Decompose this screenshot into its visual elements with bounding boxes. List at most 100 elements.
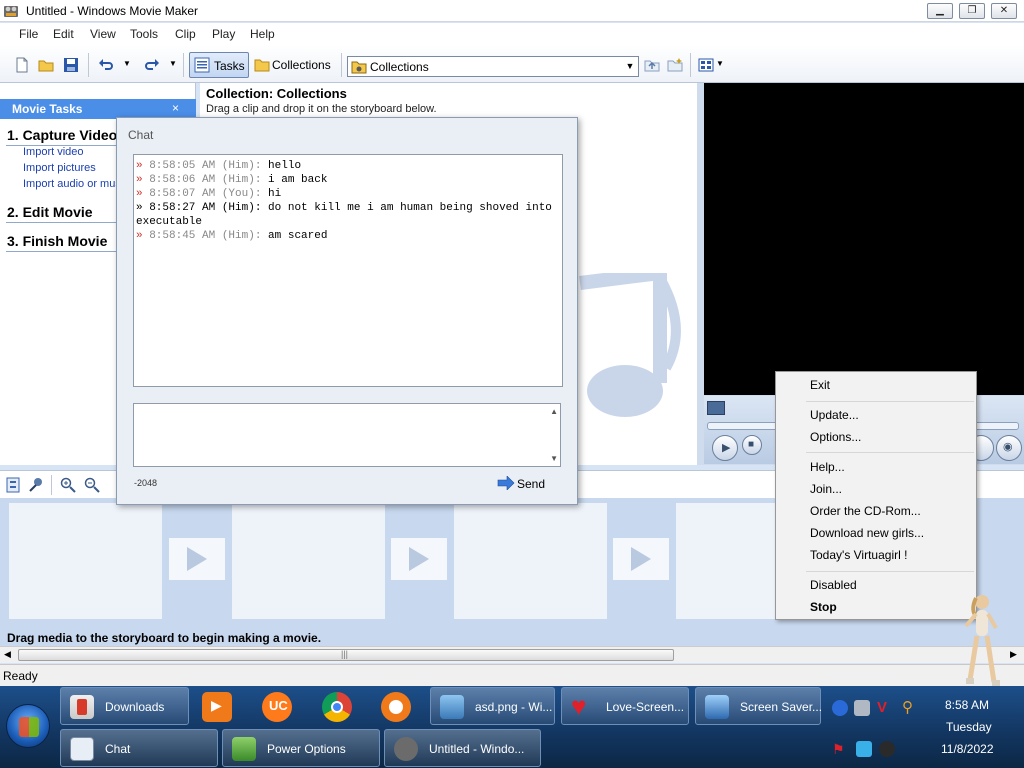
menu-tools[interactable]: Tools bbox=[130, 27, 158, 41]
storyboard-slot[interactable] bbox=[454, 503, 607, 619]
menu-item-disabled[interactable]: Disabled bbox=[810, 578, 857, 592]
send-button[interactable]: Send bbox=[495, 474, 555, 494]
stop-button[interactable]: ■ bbox=[742, 435, 762, 455]
zoom-in-icon[interactable] bbox=[60, 477, 76, 493]
pinned-media-player[interactable]: ▶ bbox=[194, 686, 242, 726]
action-center-flag-icon[interactable]: ⚑ bbox=[832, 741, 848, 757]
chat-icon bbox=[70, 737, 94, 761]
transition-slot-icon[interactable] bbox=[613, 538, 669, 580]
taskbar-button-movie-maker[interactable]: Untitled - Windo... bbox=[384, 729, 541, 767]
clock-day[interactable]: Tuesday bbox=[946, 720, 992, 734]
clock-date[interactable]: 11/8/2022 bbox=[941, 742, 994, 756]
menu-item-options[interactable]: Options... bbox=[810, 430, 861, 444]
link-import-audio[interactable]: Import audio or mus bbox=[23, 178, 121, 190]
tasks-label: Tasks bbox=[214, 59, 245, 73]
chat-title: Chat bbox=[128, 128, 154, 142]
volume-icon[interactable] bbox=[879, 741, 895, 757]
transition-slot-icon[interactable] bbox=[169, 538, 225, 580]
pinned-chrome[interactable] bbox=[314, 686, 362, 726]
tray-virtuagirl-icon[interactable]: V bbox=[877, 700, 893, 716]
link-import-pictures[interactable]: Import pictures bbox=[23, 162, 96, 174]
undo-icon[interactable] bbox=[98, 57, 114, 73]
taskbar-label: Love-Screen... bbox=[606, 700, 685, 714]
pinned-avast[interactable] bbox=[373, 686, 421, 726]
menu-help[interactable]: Help bbox=[250, 27, 275, 41]
taskbar-button-downloads[interactable]: Downloads bbox=[60, 687, 189, 725]
play-button[interactable]: ▶ bbox=[712, 435, 738, 461]
close-pane-icon[interactable]: × bbox=[172, 101, 179, 115]
redo-icon[interactable] bbox=[144, 57, 160, 73]
step-finish-movie[interactable]: 3. Finish Movie bbox=[7, 233, 107, 249]
views-dropdown-icon[interactable]: ▼ bbox=[716, 59, 724, 68]
storyboard-slot[interactable] bbox=[232, 503, 385, 619]
save-icon[interactable] bbox=[63, 57, 79, 73]
tray-search-icon[interactable]: ⚲ bbox=[902, 700, 918, 716]
views-icon[interactable] bbox=[698, 57, 714, 73]
tray-network-icon[interactable] bbox=[832, 700, 848, 716]
show-timeline-icon[interactable] bbox=[5, 477, 21, 493]
pinned-uc-browser[interactable]: UC bbox=[254, 686, 302, 726]
redo-dropdown-icon[interactable]: ▼ bbox=[169, 59, 177, 68]
menu-item-download[interactable]: Download new girls... bbox=[810, 526, 924, 540]
menu-clip[interactable]: Clip bbox=[175, 27, 196, 41]
maximize-button[interactable]: ❐ bbox=[959, 3, 985, 19]
collections-button[interactable]: Collections bbox=[252, 52, 338, 78]
movie-maker-app-icon[interactable] bbox=[3, 3, 19, 19]
desktop-character-figure[interactable] bbox=[960, 592, 1008, 688]
movie-tasks-header: Movie Tasks × bbox=[0, 99, 196, 119]
new-project-icon[interactable] bbox=[14, 57, 30, 73]
chat-window[interactable]: Chat » 8:58:05 AM (Him): hello » 8:58:06… bbox=[116, 117, 578, 505]
toolbar-separator bbox=[341, 53, 342, 77]
scroll-left-icon[interactable]: ◀ bbox=[4, 649, 11, 660]
tray-app-icon[interactable] bbox=[854, 700, 870, 716]
narrate-timeline-icon[interactable] bbox=[28, 477, 44, 493]
restore-icon: ❐ bbox=[967, 5, 977, 16]
menu-item-today[interactable]: Today's Virtuagirl ! bbox=[810, 548, 907, 562]
taskbar-button-power-options[interactable]: Power Options bbox=[222, 729, 380, 767]
link-import-video[interactable]: Import video bbox=[23, 146, 84, 158]
taskbar-button-screen-saver[interactable]: Screen Saver... bbox=[695, 687, 822, 725]
minimize-button[interactable]: ▁ bbox=[927, 3, 953, 19]
grip-icon: ||| bbox=[341, 649, 349, 659]
taskbar-button-love-screen[interactable]: ♥ Love-Screen... bbox=[561, 687, 689, 725]
menu-item-stop[interactable]: Stop bbox=[810, 600, 837, 614]
menu-item-order-cd[interactable]: Order the CD-Rom... bbox=[810, 504, 921, 518]
menu-view[interactable]: View bbox=[90, 27, 116, 41]
display-icon[interactable] bbox=[856, 741, 872, 757]
menu-play[interactable]: Play bbox=[212, 27, 235, 41]
scroll-right-icon[interactable]: ▶ bbox=[1010, 649, 1017, 660]
menu-item-join[interactable]: Join... bbox=[810, 482, 842, 496]
taskbar-button-chat[interactable]: Chat bbox=[60, 729, 218, 767]
scroll-up-icon[interactable]: ▲ bbox=[550, 407, 558, 416]
scroll-down-icon[interactable]: ▼ bbox=[550, 454, 558, 463]
collection-dropdown[interactable]: Collections ▼ bbox=[347, 56, 639, 77]
step-capture-video[interactable]: 1. Capture Video bbox=[7, 127, 117, 143]
start-button[interactable] bbox=[6, 704, 50, 748]
transition-slot-icon[interactable] bbox=[391, 538, 447, 580]
menu-item-exit[interactable]: Exit bbox=[810, 378, 830, 392]
tray-context-menu: Exit Update... Options... Help... Join..… bbox=[775, 371, 977, 620]
tasks-button[interactable]: Tasks bbox=[189, 52, 249, 78]
undo-dropdown-icon[interactable]: ▼ bbox=[123, 59, 131, 68]
taskbar-button-photo-viewer[interactable]: asd.png - Wi... bbox=[430, 687, 555, 725]
close-button[interactable]: ✕ bbox=[991, 3, 1017, 19]
storyboard-slot[interactable] bbox=[9, 503, 162, 619]
up-one-level-icon[interactable] bbox=[644, 57, 660, 73]
chat-message-input[interactable]: ▲ ▼ bbox=[133, 403, 561, 467]
new-collection-folder-icon[interactable] bbox=[667, 57, 683, 73]
tasks-icon bbox=[194, 57, 210, 73]
step-edit-movie[interactable]: 2. Edit Movie bbox=[7, 204, 93, 220]
menu-item-help[interactable]: Help... bbox=[810, 460, 845, 474]
snapshot-button[interactable]: ◉ bbox=[996, 435, 1022, 461]
clock-time[interactable]: 8:58 AM bbox=[945, 698, 989, 712]
taskbar: Downloads ▶ UC asd.png - Wi... ♥ Love-Sc… bbox=[0, 686, 1024, 768]
menu-file[interactable]: File bbox=[19, 27, 38, 41]
menu-edit[interactable]: Edit bbox=[53, 27, 74, 41]
zoom-out-icon[interactable] bbox=[84, 477, 100, 493]
split-screen-icon[interactable] bbox=[707, 401, 725, 415]
chat-message: » 8:58:06 AM (Him): i am back bbox=[136, 174, 328, 186]
storyboard-scrollbar[interactable]: ◀ ||| ▶ bbox=[0, 646, 1024, 663]
menu-item-update[interactable]: Update... bbox=[810, 408, 859, 422]
scrollbar-thumb[interactable]: ||| bbox=[18, 649, 674, 661]
open-project-icon[interactable] bbox=[38, 57, 54, 73]
